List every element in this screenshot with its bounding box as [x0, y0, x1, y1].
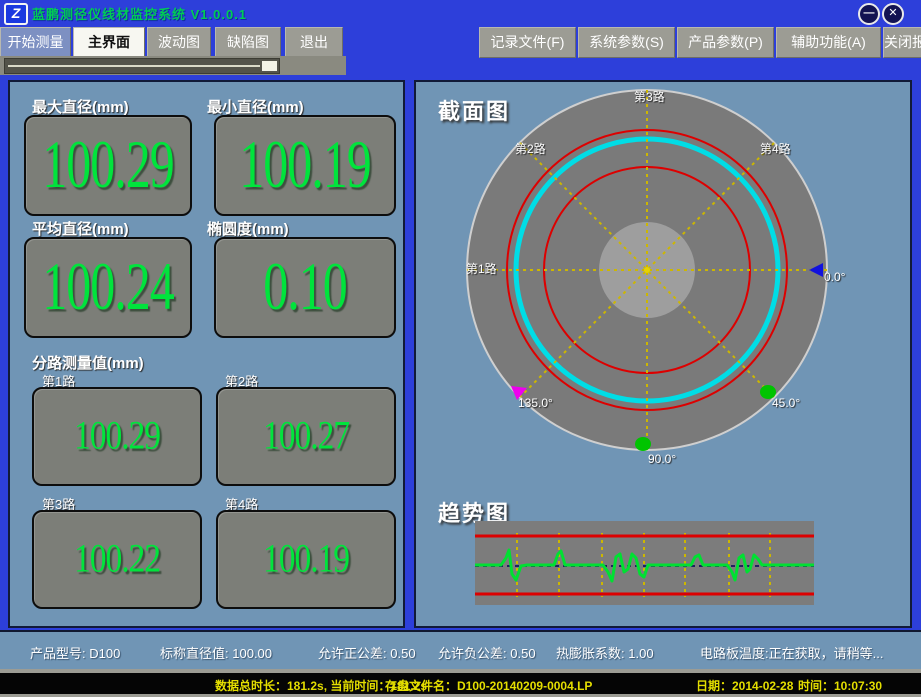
board-temperature: 电路板温度:正在获取，请稍等...: [700, 643, 883, 662]
ovality-label: 椭圆度(mm): [207, 218, 289, 239]
trend-chart: [475, 521, 814, 605]
title-bar: Z 蓝鹏测径仪线材监控系统 V1.0.0.1 — ✕: [0, 0, 921, 26]
channel1-value: 100.29: [74, 387, 160, 486]
channel3-display: 100.22: [32, 510, 202, 609]
positive-tolerance-value: 0.50: [390, 646, 415, 661]
diagram-channel3-label: 第3路: [634, 88, 665, 105]
product-model-label: 产品型号:: [30, 646, 86, 661]
menu-product-params-button[interactable]: 产品参数(P): [677, 27, 774, 58]
channel4-display: 100.19: [216, 510, 396, 609]
ovality-value: 0.10: [263, 237, 347, 338]
min-diameter-display: 100.19: [214, 115, 396, 216]
marker-90-deg-icon: [635, 437, 651, 451]
tool-strip: [0, 56, 346, 75]
menu-record-files-button[interactable]: 记录文件(F): [479, 27, 576, 58]
horizontal-scrollbar[interactable]: [4, 58, 280, 74]
angle-135-label: 135.0°: [518, 396, 553, 410]
nominal-diameter: 标称直径值: 100.00: [160, 643, 272, 662]
negative-tolerance-label: 允许负公差:: [438, 646, 507, 661]
date-text: 日期：2014-02-28: [696, 677, 793, 694]
thermal-coefficient: 热膨胀系数: 1.00: [556, 643, 654, 662]
scrollbar-thumb[interactable]: [261, 60, 278, 72]
minimize-button-icon[interactable]: —: [858, 3, 880, 25]
app-logo-icon: Z: [4, 3, 28, 25]
channel4-value: 100.19: [263, 510, 349, 609]
menu-start-measure-button[interactable]: 开始测量: [0, 27, 71, 58]
product-model: 产品型号: D100: [30, 643, 120, 662]
product-model-value: D100: [89, 646, 120, 661]
menu-exit-button[interactable]: 退出: [285, 27, 343, 58]
channel2-display: 100.27: [216, 387, 396, 486]
negative-tolerance-value: 0.50: [510, 646, 535, 661]
angle-0-label: 0.0°: [824, 270, 845, 284]
ovality-display: 0.10: [214, 237, 396, 338]
channel3-value: 100.22: [74, 510, 160, 609]
thermal-coefficient-value: 1.00: [628, 646, 653, 661]
thermal-coefficient-label: 热膨胀系数:: [556, 646, 625, 661]
menu-system-params-button[interactable]: 系统参数(S): [578, 27, 675, 58]
close-button-icon[interactable]: ✕: [882, 3, 904, 25]
avg-diameter-label: 平均直径(mm): [32, 218, 129, 239]
avg-diameter-value: 100.24: [42, 237, 174, 338]
positive-tolerance: 允许正公差: 0.50: [318, 643, 416, 662]
menu-close-alarm-button[interactable]: 关闭报: [883, 27, 921, 58]
menu-aux-functions-button[interactable]: 辅助功能(A): [776, 27, 881, 58]
visual-panel: 截面图 第3路 第2路 第4路 第1路 0.0° 45.0° 90.0° 135…: [414, 80, 912, 628]
channel1-display: 100.29: [32, 387, 202, 486]
board-temperature-label: 电路板温度:正在获取，请稍等...: [700, 646, 883, 661]
min-diameter-label: 最小直径(mm): [207, 96, 304, 117]
min-diameter-value: 100.19: [239, 115, 371, 216]
avg-diameter-display: 100.24: [24, 237, 192, 338]
scrollbar-groove: [8, 65, 260, 67]
menu-main-screen-button[interactable]: 主界面: [73, 27, 145, 58]
measurement-panel: 最大直径(mm) 最小直径(mm) 100.29 100.19 平均直径(mm)…: [8, 80, 405, 628]
menu-fluctuation-chart-button[interactable]: 波动图: [147, 27, 211, 58]
angle-45-label: 45.0°: [772, 396, 800, 410]
max-diameter-value: 100.29: [42, 115, 174, 216]
channel2-value: 100.27: [263, 387, 349, 486]
window-title: 蓝鹏测径仪线材监控系统 V1.0.0.1: [32, 4, 247, 23]
center-dot: [644, 267, 650, 273]
product-status-bar: 产品型号: D100 标称直径值: 100.00 允许正公差: 0.50 允许负…: [0, 630, 921, 671]
angle-90-label: 90.0°: [648, 452, 676, 466]
max-diameter-label: 最大直径(mm): [32, 96, 129, 117]
nominal-diameter-value: 100.00: [232, 646, 272, 661]
diagram-channel4-label: 第4路: [760, 140, 791, 157]
negative-tolerance: 允许负公差: 0.50: [438, 643, 536, 662]
save-filename-text: 存盘文件名：D100-20140209-0004.LP: [385, 677, 592, 694]
nominal-diameter-label: 标称直径值:: [160, 646, 229, 661]
menu-defect-chart-button[interactable]: 缺陷图: [215, 27, 281, 58]
session-status-bar: 数据总时长：181.2s, 当前时间：181.2s 存盘文件名：D100-201…: [0, 673, 921, 694]
channel-section-title: 分路测量值(mm): [32, 352, 144, 373]
time-text: 时间：10:07:30: [798, 677, 882, 694]
diagram-channel2-label: 第2路: [515, 140, 546, 157]
positive-tolerance-label: 允许正公差:: [318, 646, 387, 661]
diagram-channel1-label: 第1路: [466, 260, 497, 277]
max-diameter-display: 100.29: [24, 115, 192, 216]
